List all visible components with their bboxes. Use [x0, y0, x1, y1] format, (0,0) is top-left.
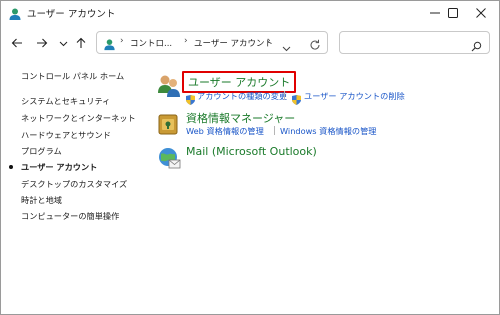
breadcrumb-control-panel[interactable]: コントロ... — [130, 37, 172, 49]
uac-shield-icon — [186, 90, 195, 105]
sidebar-item-network-internet[interactable]: ネットワークとインターネット — [21, 112, 136, 124]
user-accounts-icon — [103, 36, 116, 51]
breadcrumb-separator: › — [184, 36, 188, 46]
link-divider — [284, 91, 285, 100]
search-icon — [471, 37, 482, 56]
category-list: ユーザー アカウント アカウントの種類の変更 ユーザー アカウントの削除 資格情… — [153, 67, 493, 207]
remove-user-account-link[interactable]: ユーザー アカウントの削除 — [304, 90, 405, 102]
breadcrumb-separator: › — [120, 36, 124, 46]
manage-web-credentials-link[interactable]: Web 資格情報の管理 — [186, 125, 264, 137]
close-button[interactable] — [463, 1, 499, 25]
breadcrumb-separator: › — [267, 36, 271, 46]
title-bar: ユーザー アカウント — [1, 1, 499, 25]
up-arrow-icon — [76, 37, 86, 48]
chevron-down-icon — [59, 41, 67, 46]
sidebar-item-system-security[interactable]: システムとセキュリティ — [21, 95, 110, 107]
search-input[interactable] — [339, 31, 490, 54]
forward-arrow-icon — [37, 38, 48, 48]
mail-outlook-link[interactable]: Mail (Microsoft Outlook) — [186, 145, 317, 158]
manage-windows-credentials-link[interactable]: Windows 資格情報の管理 — [280, 125, 376, 137]
credential-manager-link[interactable]: 資格情報マネージャー — [186, 110, 295, 126]
chevron-down-icon — [282, 46, 291, 52]
sidebar-item-programs[interactable]: プログラム — [21, 145, 62, 157]
refresh-button[interactable] — [309, 36, 323, 50]
uac-shield-icon — [292, 90, 301, 105]
forward-button[interactable] — [34, 35, 50, 51]
sidebar-item-clock-region[interactable]: 時計と地域 — [21, 194, 62, 206]
selected-bullet — [9, 165, 13, 169]
back-arrow-icon — [11, 38, 22, 48]
recent-locations-button[interactable] — [55, 35, 71, 51]
sidebar-item-desktop-customization[interactable]: デスクトップのカスタマイズ — [21, 178, 127, 190]
link-divider — [274, 126, 275, 135]
back-button[interactable] — [9, 35, 25, 51]
window-title: ユーザー アカウント — [27, 9, 116, 20]
change-account-type-link[interactable]: アカウントの種類の変更 — [197, 90, 287, 102]
address-bar[interactable]: › コントロ... › ユーザー アカウント › — [96, 31, 328, 54]
sidebar-item-hardware-sound[interactable]: ハードウェアとサウンド — [21, 129, 111, 141]
user-accounts-icon — [8, 6, 22, 20]
sidebar-item-ease-of-access[interactable]: コンピューターの簡単操作 — [21, 210, 119, 222]
sidebar-item-user-accounts[interactable]: ユーザー アカウント — [21, 161, 97, 173]
breadcrumb-user-accounts[interactable]: ユーザー アカウント — [194, 37, 273, 49]
mail-icon — [156, 145, 182, 171]
up-button[interactable] — [73, 35, 89, 51]
address-dropdown-button[interactable] — [282, 38, 291, 57]
refresh-icon — [310, 39, 320, 50]
sidebar-item-control-panel-home[interactable]: コントロール パネル ホーム — [21, 70, 124, 82]
maximize-icon — [448, 8, 458, 18]
navigation-toolbar: › コントロ... › ユーザー アカウント › — [1, 29, 499, 57]
control-panel-window: ユーザー アカウント › コントロ... › ユーザー アカウント › コントロ… — [0, 0, 500, 315]
close-icon — [476, 8, 486, 18]
credential-manager-icon — [156, 111, 182, 137]
user-accounts-icon — [156, 73, 182, 99]
